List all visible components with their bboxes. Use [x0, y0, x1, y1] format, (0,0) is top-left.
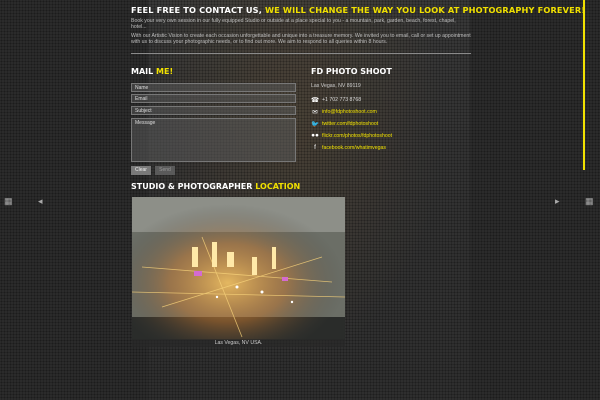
subject-field[interactable]: Subject: [131, 106, 296, 115]
location-heading-yellow: LOCATION: [255, 182, 301, 191]
mail-heading-white: MAIL: [131, 67, 154, 76]
location-map-image[interactable]: [132, 197, 345, 340]
shoot-heading: FD PHOTO SHOOT: [311, 67, 392, 76]
divider: [131, 53, 471, 54]
flickr-link[interactable]: flickr.com/photos/fdphotoshoot: [322, 133, 392, 139]
map-caption: Las Vegas, NV USA.: [132, 339, 345, 347]
intro-paragraph-2: With our Artistic Vision to create each …: [131, 33, 471, 46]
message-field[interactable]: Message: [131, 118, 296, 162]
email-link[interactable]: info@fdphotoshoot.com: [322, 109, 377, 115]
facebook-icon: f: [314, 144, 316, 151]
contact-flickr[interactable]: ●● flickr.com/photos/fdphotoshoot: [311, 131, 392, 140]
flickr-icon: ●●: [311, 132, 319, 139]
contact-facebook[interactable]: f facebook.com/whatimvegas: [311, 143, 386, 152]
page-title: FEEL FREE TO CONTACT US, WE WILL CHANGE …: [131, 5, 585, 15]
send-button[interactable]: Send: [155, 166, 175, 175]
mail-heading: MAIL ME!: [131, 67, 173, 76]
location-heading: STUDIO & PHOTOGRAPHER LOCATION: [131, 182, 300, 191]
grid-icon[interactable]: ▦: [4, 196, 13, 207]
page-title-white: FEEL FREE TO CONTACT US,: [131, 5, 262, 15]
contact-email[interactable]: ✉ info@fdphotoshoot.com: [311, 107, 377, 116]
email-icon: ✉: [312, 108, 318, 116]
facebook-link[interactable]: facebook.com/whatimvegas: [322, 145, 386, 151]
location-heading-white: STUDIO & PHOTOGRAPHER: [131, 182, 253, 191]
clear-button[interactable]: Clear: [131, 166, 151, 175]
arrow-right-icon[interactable]: ▸: [555, 196, 560, 207]
accent-rule: [583, 0, 585, 170]
contact-twitter[interactable]: 🐦 twitter.com/fdphotoshoot: [311, 119, 378, 128]
address-text: Las Vegas, NV 89119: [311, 83, 361, 89]
intro-paragraph-1: Book your very own session in our fully …: [131, 18, 456, 31]
contact-phone: ☎ +1 702 773 8768: [311, 95, 361, 104]
twitter-link[interactable]: twitter.com/fdphotoshoot: [322, 121, 378, 127]
page-title-yellow: WE WILL CHANGE THE WAY YOU LOOK AT PHOTO…: [265, 5, 586, 15]
arrow-left-icon[interactable]: ◂: [38, 196, 43, 207]
mail-heading-yellow: ME!: [156, 67, 174, 76]
phone-icon: ☎: [311, 96, 320, 104]
email-field[interactable]: Email: [131, 94, 296, 103]
name-field[interactable]: Name: [131, 83, 296, 92]
map-image-art: [132, 197, 345, 340]
grid-icon-right[interactable]: ▦: [585, 196, 594, 207]
twitter-icon: 🐦: [311, 120, 320, 128]
phone-text: +1 702 773 8768: [322, 96, 362, 103]
